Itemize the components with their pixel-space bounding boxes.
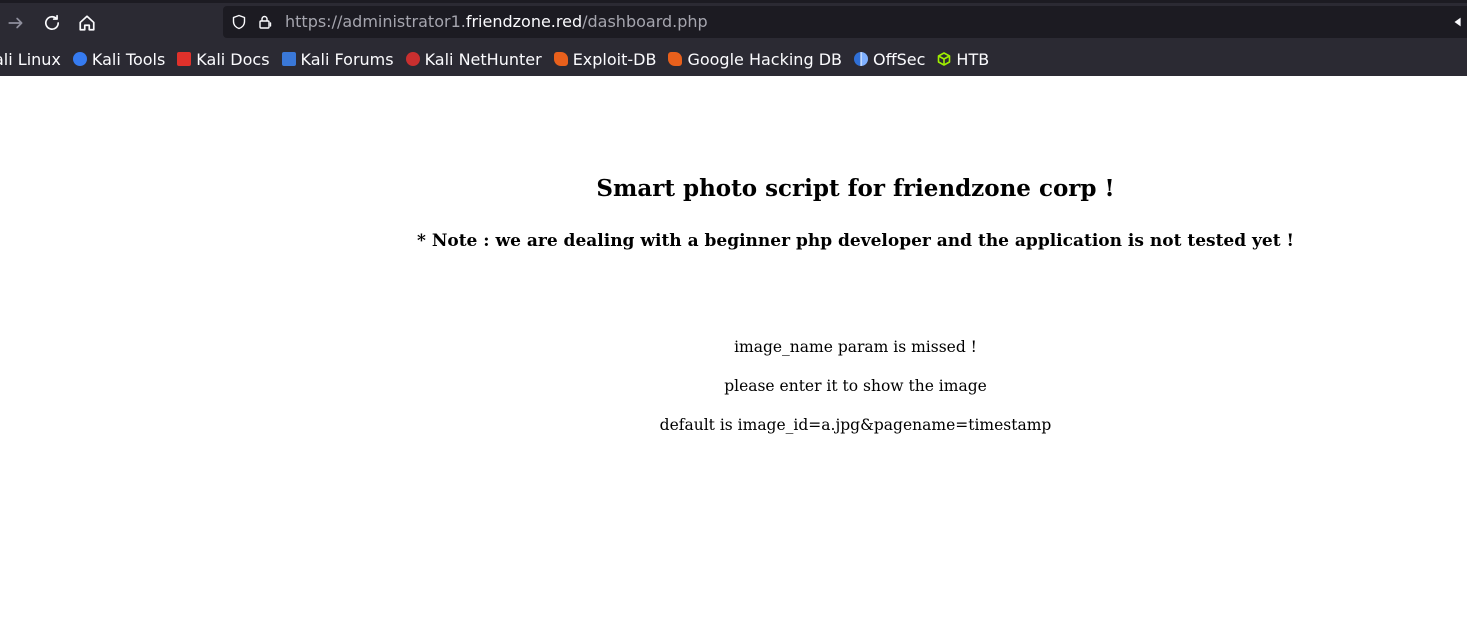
bookmark-kali-docs[interactable]: Kali Docs: [177, 49, 270, 69]
address-bar[interactable]: https://administrator1.friendzone.red/da…: [223, 6, 1467, 38]
browser-chrome: https://administrator1.friendzone.red/da…: [0, 0, 1467, 76]
kali-forums-icon: [281, 52, 296, 66]
bookmark-label: Kali NetHunter: [424, 49, 542, 69]
forward-button[interactable]: [1, 8, 31, 38]
default-params-message: default is image_id=a.jpg&pagename=times…: [659, 416, 1052, 434]
lock-warning-icon[interactable]: [257, 14, 273, 30]
bookmark-label: Kali Docs: [196, 49, 270, 69]
bookmark-kali-linux[interactable]: ali Linux: [0, 50, 61, 69]
bookmark-offsec[interactable]: OffSec: [853, 49, 926, 69]
offsec-icon: [853, 52, 868, 66]
exploit-db-icon: [553, 52, 568, 66]
bookmark-kali-nethunter[interactable]: Kali NetHunter: [405, 49, 542, 69]
window-top-edge: [0, 0, 1467, 3]
bookmark-label: HTB: [956, 49, 990, 69]
bookmark-label: ali Linux: [0, 49, 61, 69]
bookmark-label: OffSec: [872, 49, 926, 69]
page-title: Smart photo script for friendzone corp !: [596, 175, 1115, 202]
ghdb-icon: [668, 52, 683, 66]
reload-icon: [44, 14, 60, 30]
error-message: image_name param is missed !: [734, 338, 977, 356]
bookmark-label: Kali Tools: [91, 49, 166, 69]
url-prefix: https://administrator1.: [285, 12, 466, 31]
home-icon: [79, 15, 95, 31]
bookmark-label: Google Hacking DB: [687, 49, 842, 69]
url-path: /dashboard.php: [582, 12, 708, 31]
home-button[interactable]: [72, 8, 102, 38]
developer-note: * Note : we are dealing with a beginner …: [417, 231, 1294, 251]
tracking-protection-shield-icon[interactable]: [231, 14, 247, 30]
bookmarks-toolbar: ali Linux Kali Tools Kali Docs Kali Foru…: [0, 46, 1001, 72]
url-text[interactable]: https://administrator1.friendzone.red/da…: [285, 12, 708, 32]
bookmark-htb[interactable]: HTB: [937, 50, 989, 69]
bookmark-exploit-db[interactable]: Exploit-DB: [553, 49, 657, 69]
url-host: friendzone.red: [465, 12, 583, 31]
kali-nethunter-icon: [405, 52, 420, 66]
reload-button[interactable]: [37, 8, 67, 38]
bookmark-kali-forums[interactable]: Kali Forums: [281, 49, 394, 69]
bookmark-kali-tools[interactable]: Kali Tools: [72, 49, 166, 69]
kali-docs-icon: [177, 52, 192, 66]
bookmark-label: Exploit-DB: [572, 49, 657, 69]
kali-tools-icon: [72, 52, 87, 66]
arrow-right-icon: [8, 17, 23, 29]
htb-icon: [938, 52, 951, 66]
page-viewport: Smart photo script for friendzone corp !…: [0, 76, 1467, 641]
chevron-left-icon[interactable]: [1451, 15, 1465, 29]
bookmark-google-hacking-db[interactable]: Google Hacking DB: [668, 50, 842, 69]
bookmark-label: Kali Forums: [300, 49, 394, 69]
instruction-message: please enter it to show the image: [724, 377, 987, 395]
